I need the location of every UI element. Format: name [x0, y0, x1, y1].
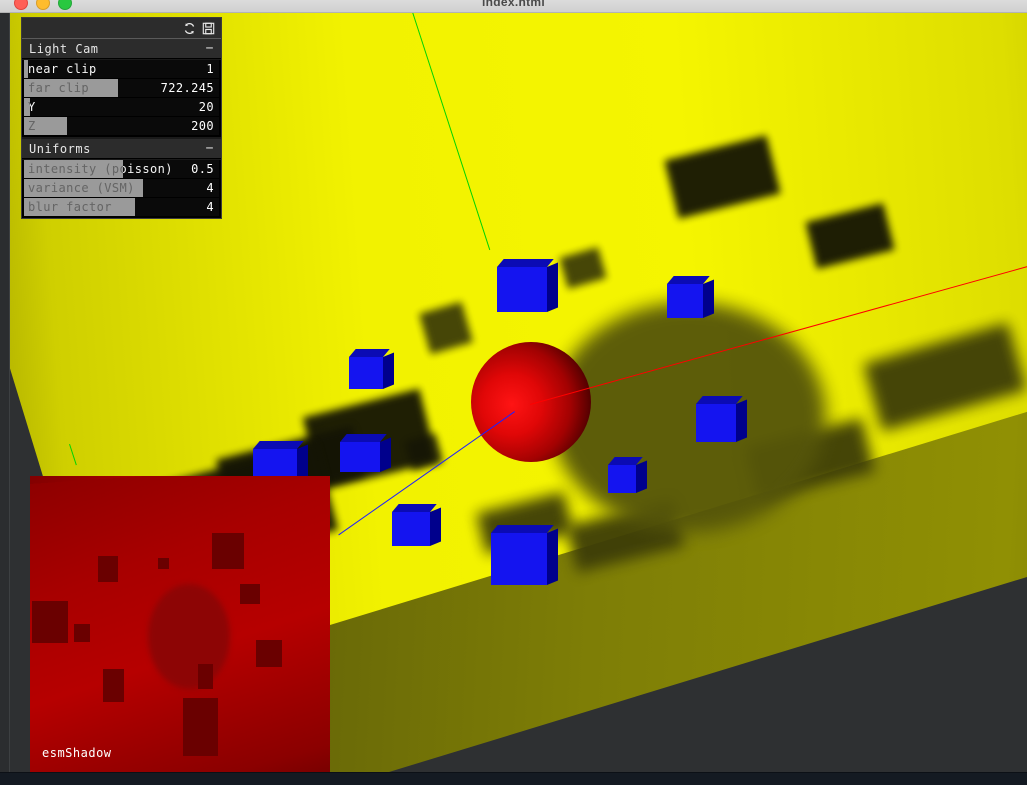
sphere-shadow: [551, 302, 826, 532]
slider-value[interactable]: 1: [206, 60, 214, 78]
window-titlebar: index.html: [0, 0, 1027, 13]
slider-value[interactable]: 4: [206, 198, 214, 216]
blue-cube: [497, 259, 558, 312]
inset-box: [256, 640, 282, 667]
minimize-button[interactable]: [36, 0, 50, 10]
slider-blur-factor[interactable]: blur factor 4: [24, 198, 219, 216]
blue-cube: [608, 457, 647, 493]
slider-value[interactable]: 4: [206, 179, 214, 197]
gui-toolbar: [22, 18, 221, 39]
blue-cube: [667, 276, 714, 318]
slider-near-clip[interactable]: near clip 1: [24, 60, 219, 78]
inset-label: esmShadow: [42, 746, 112, 760]
app-window: esmShadow Light Cam − near clip 1 far cl…: [0, 0, 1027, 785]
red-sphere: [471, 342, 591, 462]
inset-box: [32, 601, 68, 643]
slider-intensity-poisson[interactable]: intensity (poisson) 0.5: [24, 160, 219, 178]
slider-z[interactable]: Z 200: [24, 117, 219, 135]
inset-box: [103, 669, 124, 702]
traffic-lights: [14, 0, 72, 10]
blue-cube: [340, 434, 391, 472]
folder-header-light-cam[interactable]: Light Cam −: [22, 39, 221, 59]
folder-collapse-icon[interactable]: −: [206, 142, 214, 155]
slider-value[interactable]: 200: [191, 117, 214, 135]
save-icon[interactable]: [202, 22, 215, 35]
folder-rows-light-cam: near clip 1 far clip 722.245 Y 20 Z 200: [22, 60, 221, 137]
shadow-map-inset[interactable]: esmShadow: [30, 476, 330, 772]
zoom-button[interactable]: [58, 0, 72, 10]
inset-box: [212, 533, 244, 569]
slider-label: blur factor: [28, 200, 112, 214]
inset-box: [198, 664, 213, 689]
slider-far-clip[interactable]: far clip 722.245: [24, 79, 219, 97]
inset-box: [74, 624, 90, 642]
blue-cube: [491, 525, 558, 585]
folder-collapse-icon[interactable]: −: [206, 42, 214, 55]
close-button[interactable]: [14, 0, 28, 10]
blue-cube: [349, 349, 394, 389]
slider-label: Z: [28, 119, 36, 133]
gui-panel[interactable]: Light Cam − near clip 1 far clip 722.245…: [21, 17, 222, 219]
slider-value[interactable]: 722.245: [161, 79, 214, 97]
folder-title-text: Uniforms: [29, 141, 91, 156]
folder-title-text: Light Cam: [29, 41, 99, 56]
slider-label: variance (VSM): [28, 181, 135, 195]
inset-sphere: [148, 584, 230, 689]
slider-y[interactable]: Y 20: [24, 98, 219, 116]
inset-box: [158, 558, 169, 569]
slider-label: intensity (poisson): [28, 162, 173, 176]
bottom-status-bar: [0, 772, 1027, 785]
slider-variance-vsm[interactable]: variance (VSM) 4: [24, 179, 219, 197]
inset-box: [240, 584, 260, 604]
folder-rows-uniforms: intensity (poisson) 0.5 variance (VSM) 4…: [22, 160, 221, 218]
inset-box: [183, 698, 218, 756]
slider-label: Y: [28, 100, 36, 114]
slider-label: near clip: [28, 62, 97, 76]
slider-value[interactable]: 20: [199, 98, 214, 116]
inset-box: [98, 556, 118, 582]
slider-value[interactable]: 0.5: [191, 160, 214, 178]
blue-cube: [392, 504, 441, 546]
refresh-icon[interactable]: [183, 22, 196, 35]
blue-cube: [696, 396, 747, 442]
window-title: index.html: [481, 0, 545, 9]
slider-label: far clip: [28, 81, 89, 95]
folder-header-uniforms[interactable]: Uniforms −: [22, 139, 221, 159]
